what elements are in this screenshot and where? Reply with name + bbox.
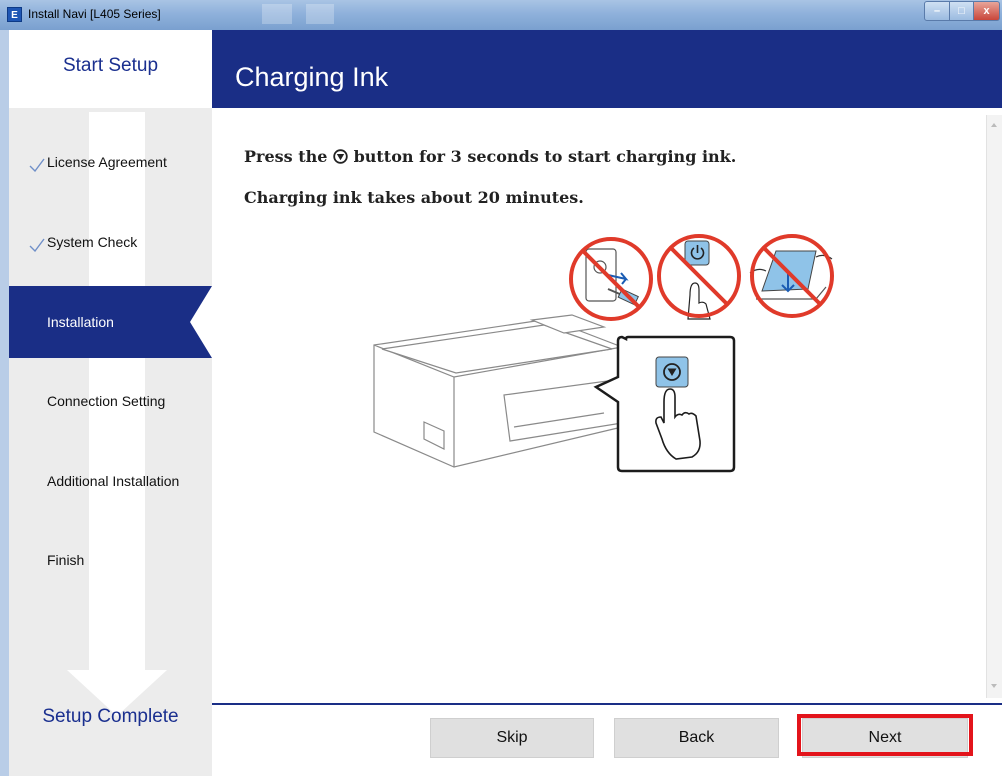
window-title: Install Navi [L405 Series] (28, 7, 161, 21)
step-installation: Installation (9, 286, 212, 358)
step-label: Finish (47, 552, 85, 568)
printer-drawing (373, 314, 623, 468)
step-label: Additional Installation (47, 473, 180, 489)
instruction-text: button for 3 seconds to start charging i… (353, 147, 737, 166)
window-border (0, 30, 9, 776)
do-not-turn-off-icon (657, 234, 741, 320)
ink-button-icon (333, 149, 348, 164)
start-setup-label: Start Setup (62, 55, 159, 76)
sidebar-header: Start Setup (9, 30, 212, 108)
instruction-line-2: Charging ink takes about 20 minutes. (244, 188, 584, 207)
back-button[interactable]: Back (614, 718, 779, 758)
title-bar-glare (306, 4, 334, 24)
step-connection-setting: Connection Setting (9, 365, 212, 437)
skip-button[interactable]: Skip (430, 718, 594, 758)
printer-illustration (373, 234, 834, 473)
maximize-button[interactable]: □ (949, 1, 974, 21)
app-icon: E (7, 7, 22, 22)
current-step-pointer (190, 286, 212, 358)
minimize-button[interactable]: – (924, 1, 950, 21)
step-additional-installation: Additional Installation (9, 445, 212, 517)
step-label: Connection Setting (47, 393, 166, 409)
instruction-text: Press the (244, 147, 328, 166)
next-button-highlight (797, 714, 973, 756)
footer-divider (212, 703, 1002, 705)
checkmark-icon (29, 238, 45, 252)
step-label: Installation (47, 314, 114, 330)
do-not-unplug-icon (569, 237, 653, 321)
step-label: System Check (47, 234, 138, 250)
do-not-open-scanner-icon (749, 234, 834, 318)
page-header: Charging Ink (212, 30, 1002, 108)
title-bar-glare (262, 4, 292, 24)
title-bar: E Install Navi [L405 Series] – □ x (0, 0, 1002, 30)
steps-sidebar: Start Setup License Agreement System Che… (9, 30, 212, 776)
step-finish: Finish (9, 524, 212, 596)
scroll-down-arrow-icon[interactable] (991, 684, 997, 688)
checkmark-icon (29, 158, 45, 172)
scroll-up-arrow-icon[interactable] (991, 123, 997, 127)
instruction-line-1: Press the button for 3 seconds to start … (244, 147, 736, 166)
page-title: Charging Ink (235, 62, 389, 92)
setup-complete-label: Setup Complete (42, 706, 179, 727)
step-label: License Agreement (47, 154, 167, 170)
content-scrollbar[interactable] (986, 115, 1002, 698)
step-license-agreement: License Agreement (9, 126, 212, 198)
close-button[interactable]: x (973, 1, 1000, 21)
step-system-check: System Check (9, 206, 212, 278)
